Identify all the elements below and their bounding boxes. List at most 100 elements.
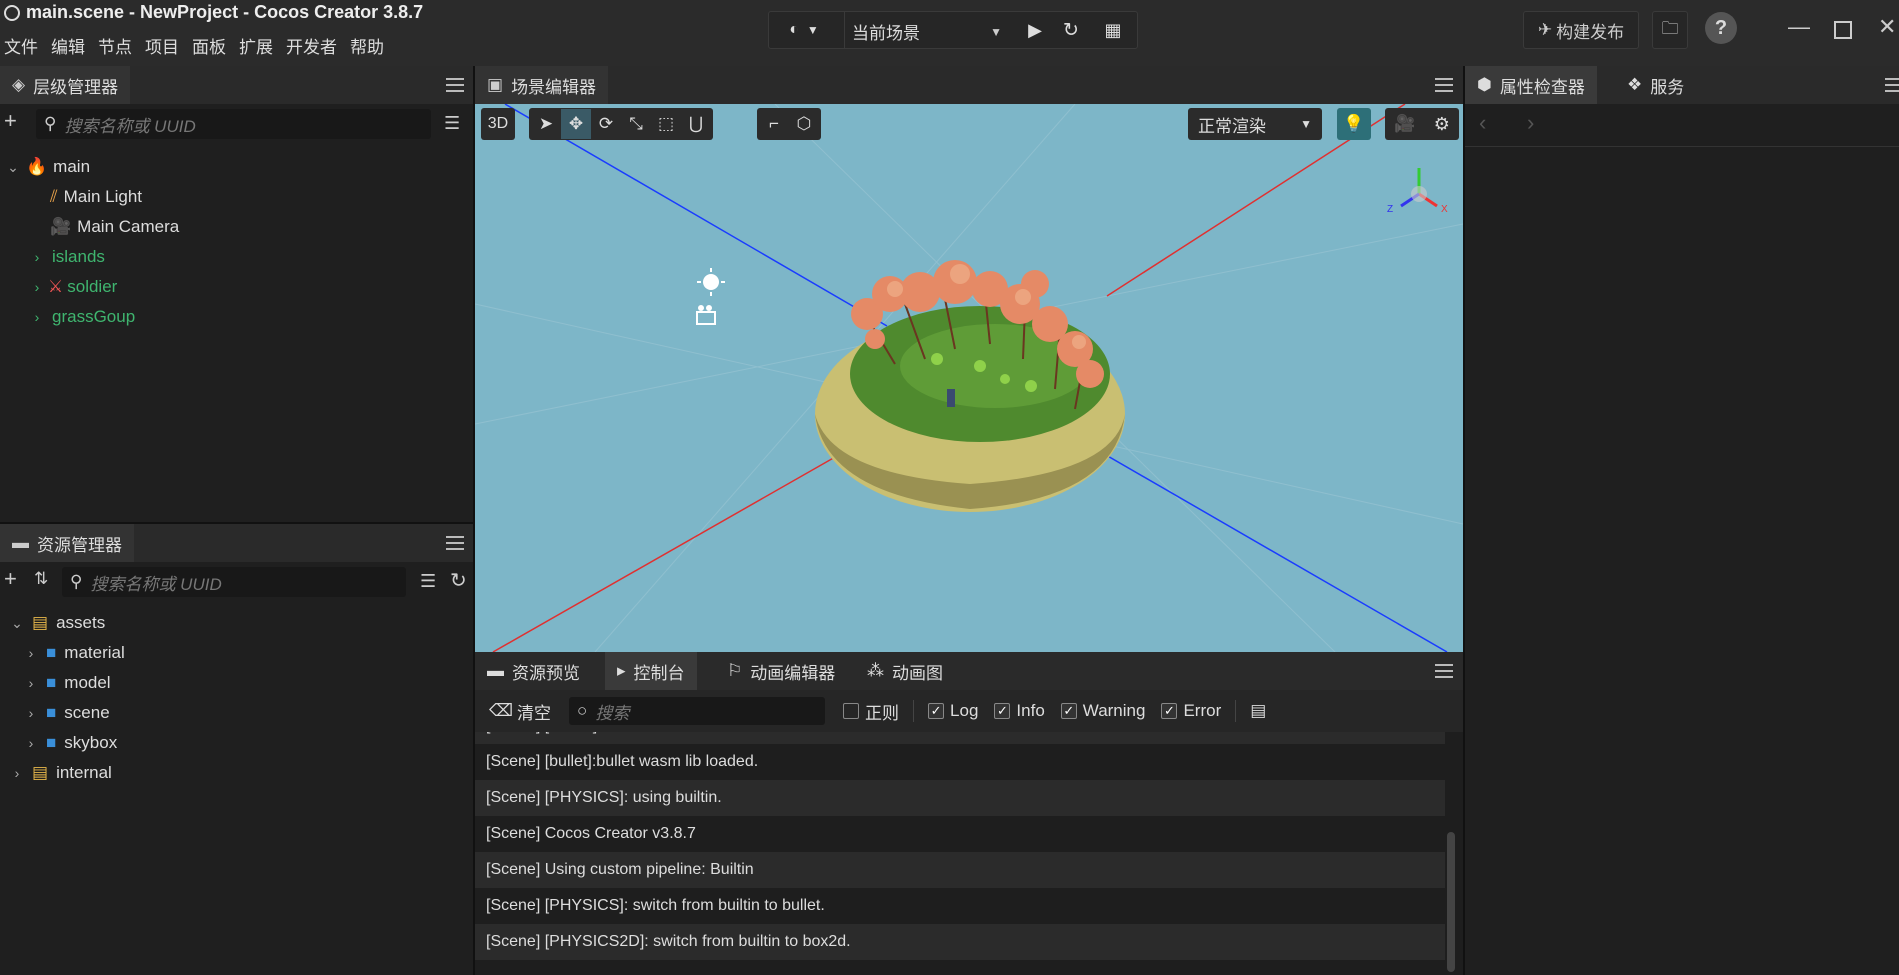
chevron-down-icon: ▼ [806,23,819,37]
warning-checkbox[interactable]: ✓ Warning [1060,701,1145,721]
asset-material[interactable]: › ■ material [0,638,473,668]
scene-viewport[interactable]: Y X Z 3D ➤ ✥ ⟳ ⤡ ⬚ ⋃ ⌐ ⬡ 正常渲染 ▼ 💡 🎥 ⚙ [475,104,1463,652]
console-line: [Scene] [box2d]:box2d wasm lib loaded. [475,732,1445,744]
gear-icon[interactable]: ⚙ [1434,114,1450,135]
run-icon: ⚐ [727,661,743,680]
chevron-right-icon: › [34,279,40,295]
tree-node-grassgoup[interactable]: › grassGoup [0,302,473,332]
scene-light-button[interactable]: 💡 [1337,108,1371,140]
rotate-icon: ⟳ [598,114,614,133]
console-lines: [Scene] [box2d]:box2d wasm lib loaded. [… [475,732,1463,960]
tab-console[interactable]: ▸ 控制台 [605,652,697,690]
hierarchy-search-input[interactable]: ⚲ 搜索名称或 UUID [36,109,431,139]
log-checkbox[interactable]: ✓ Log [928,701,978,721]
broom-icon: ⌫ [489,701,514,720]
sort-button[interactable]: ⇅ [34,569,48,589]
panel-menu-icon[interactable] [1885,78,1899,92]
tab-services[interactable]: ❖ 服务 [1615,66,1697,104]
scene-tabbar: ▣ 场景编辑器 [475,66,1463,104]
log-file-icon[interactable]: ▤ [1250,701,1266,721]
camera-tools: 🎥 ⚙ [1385,108,1459,140]
menu-developer[interactable]: 开发者 [286,33,344,58]
collapse-tree-icon[interactable]: ☰ [420,571,436,592]
console-scrollbar[interactable] [1447,832,1455,972]
select-tool-button[interactable]: ➤ [531,109,561,139]
tab-assets[interactable]: ▬ 资源管理器 [0,524,134,562]
panel-menu-icon[interactable] [446,78,464,92]
maximize-button[interactable] [1834,21,1852,39]
inspector-panel: ⬢ 属性检查器 ❖ 服务 ‹ › [1465,66,1899,975]
3d-toggle-button[interactable]: 3D [481,108,515,140]
local-global-button[interactable]: ⌐ [759,109,789,139]
tab-hierarchy[interactable]: ◈ 层级管理器 [0,66,131,104]
build-button[interactable]: ✈ 构建发布 [1523,11,1639,49]
assets-panel: ▬ 资源管理器 + ⇅ ⚲ 搜索名称或 UUID ☰ ↻ ⌄ ▤ assets … [0,524,473,975]
info-checkbox[interactable]: ✓ Info [994,701,1045,721]
menu-file[interactable]: 文件 [4,33,45,58]
move-tool-button[interactable]: ✥ [561,109,591,139]
play-button[interactable]: ▶ [1023,18,1047,42]
tree-node-main[interactable]: ⌄ 🔥 main [0,152,473,182]
chevron-right-icon: › [28,675,34,691]
tab-inspector[interactable]: ⬢ 属性检查器 [1465,66,1597,104]
tree-node-main-camera[interactable]: 🎥 Main Camera [0,212,473,242]
tab-animation-graph[interactable]: ⁂ 动画图 [855,652,955,690]
panel-menu-icon[interactable] [446,536,464,550]
render-mode-select[interactable]: 正常渲染 ▼ [1188,108,1322,140]
open-folder-button[interactable]: 🗀 [1652,11,1688,49]
asset-skybox[interactable]: › ■ skybox [0,728,473,758]
scale-icon: ⤡ [629,114,643,133]
menu-project[interactable]: 项目 [145,33,186,58]
forward-button[interactable]: › [1527,110,1534,136]
platform-select[interactable]: ◐ ▼ [779,18,829,42]
tab-animation-editor[interactable]: ⚐ 动画编辑器 [715,652,848,690]
menu-extension[interactable]: 扩展 [239,33,280,58]
panel-menu-icon[interactable] [1435,664,1453,678]
asset-assets[interactable]: ⌄ ▤ assets [0,608,473,638]
console-line: [Scene] [PHYSICS]: using builtin. [475,780,1445,816]
help-button[interactable]: ? [1705,12,1737,44]
collapse-tree-icon[interactable]: ☰ [444,113,460,134]
console-line: [Scene] Using custom pipeline: Builtin [475,852,1445,888]
folder-icon: ■ [46,703,57,722]
minimize-button[interactable]: — [1788,14,1810,40]
menu-panel[interactable]: 面板 [192,33,233,58]
scene-select[interactable]: 当前场景 ▼ [852,19,1002,44]
camera-icon[interactable]: 🎥 [1394,114,1415,134]
menu-edit[interactable]: 编辑 [51,33,92,58]
tree-node-islands[interactable]: › islands [0,242,473,272]
error-checkbox[interactable]: ✓ Error [1161,701,1221,721]
back-button[interactable]: ‹ [1479,110,1486,136]
tab-asset-preview[interactable]: ▬ 资源预览 [475,652,592,690]
close-button[interactable]: ✕ [1878,14,1896,40]
chevron-right-icon: › [34,249,40,265]
cube-icon: ⬢ [1477,75,1492,94]
panel-menu-icon[interactable] [1435,78,1453,92]
qrcode-button[interactable]: ▦ [1101,18,1125,42]
menu-node[interactable]: 节点 [98,33,139,58]
asset-internal[interactable]: › ▤ internal [0,758,473,788]
console-search-input[interactable]: ○ 搜索 [569,697,826,725]
add-asset-button[interactable]: + [4,566,17,592]
console-toolbar: ⌫ 清空 ○ 搜索 正则 ✓ Log ✓ Info ✓ Warning ✓ Error ▤ [475,690,1463,732]
refresh-assets-button[interactable]: ↻ [450,568,467,593]
pivot-button[interactable]: ⬡ [789,109,819,139]
refresh-button[interactable]: ↻ [1059,18,1083,42]
scale-tool-button[interactable]: ⤡ [621,109,651,139]
snap-tool-button[interactable]: ⋃ [681,109,711,139]
rotate-tool-button[interactable]: ⟳ [591,109,621,139]
assets-search-input[interactable]: ⚲ 搜索名称或 UUID [62,567,406,597]
rect-tool-button[interactable]: ⬚ [651,109,681,139]
tree-node-soldier[interactable]: › ⚔ soldier [0,272,473,302]
console-output: [Scene] [box2d]:box2d wasm lib loaded. [… [475,732,1463,975]
tree-node-main-light[interactable]: ⫽ Main Light [0,182,473,212]
camera-icon: 🎥 [50,217,72,236]
tab-scene-editor[interactable]: ▣ 场景编辑器 [475,66,609,104]
clear-console-button[interactable]: ⌫ 清空 [489,699,551,724]
check-icon: ✓ [928,703,945,719]
regex-checkbox[interactable]: 正则 [843,699,899,724]
asset-scene[interactable]: › ■ scene [0,698,473,728]
add-node-button[interactable]: + [4,108,17,134]
asset-model[interactable]: › ■ model [0,668,473,698]
menu-help[interactable]: 帮助 [350,33,391,58]
